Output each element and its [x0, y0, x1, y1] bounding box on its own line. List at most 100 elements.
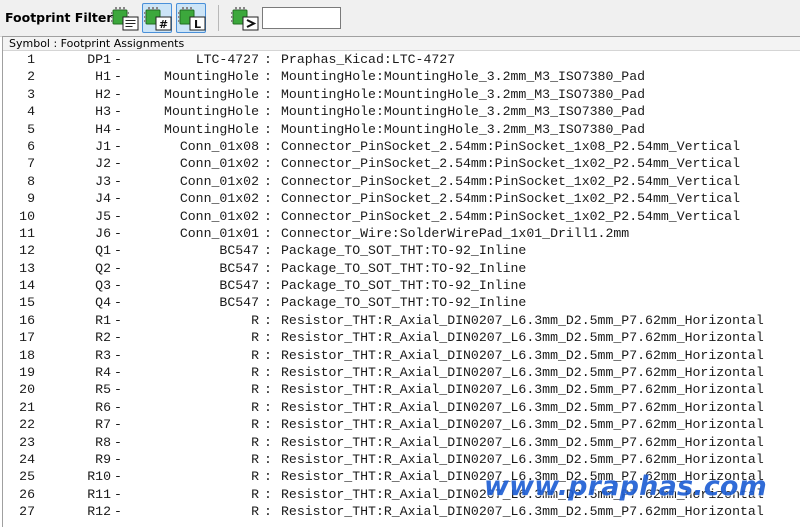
- row-value: R: [251, 434, 259, 450]
- row-index: 20: [19, 382, 35, 398]
- list-item[interactable]: 16 R1- R: Resistor_THT:R_Axial_DIN0207_L6.3…: [3, 312, 800, 329]
- row-reference: Q1: [95, 243, 111, 259]
- row-value: Conn_01x08: [179, 138, 259, 154]
- list-item[interactable]: 21 R6- R: Resistor_THT:R_Axial_DIN0207_L6.3…: [3, 399, 800, 416]
- row-dash: -: [114, 486, 122, 502]
- list-item[interactable]: 17 R2- R: Resistor_THT:R_Axial_DIN0207_L6.3…: [3, 329, 800, 346]
- row-separator: :: [264, 104, 272, 120]
- row-footprint: Connector_PinSocket_2.54mm:PinSocket_1x0…: [281, 138, 740, 154]
- list-item[interactable]: 14 Q3- BC547: Package_TO_SOT_THT:TO-92_Inli…: [3, 277, 800, 294]
- row-dash: -: [114, 434, 122, 450]
- list-item[interactable]: 6 J1- Conn_01x08: Connector_PinSocket_2.54m…: [3, 138, 800, 155]
- row-reference: R7: [95, 417, 111, 433]
- row-reference: R12: [87, 504, 111, 520]
- row-dash: -: [114, 382, 122, 398]
- list-item[interactable]: 19 R4- R: Resistor_THT:R_Axial_DIN0207_L6.3…: [3, 364, 800, 381]
- row-footprint: Package_TO_SOT_THT:TO-92_Inline: [281, 243, 527, 259]
- row-reference: R2: [95, 330, 111, 346]
- list-item[interactable]: 11 J6- Conn_01x01: Connector_Wire:SolderWir…: [3, 225, 800, 242]
- row-footprint: Resistor_THT:R_Axial_DIN0207_L6.3mm_D2.5…: [281, 504, 764, 520]
- row-separator: :: [264, 191, 272, 207]
- row-value: R: [251, 365, 259, 381]
- row-dash: -: [114, 121, 122, 137]
- row-index: 9: [27, 191, 35, 207]
- row-index: 5: [27, 121, 35, 137]
- row-reference: R6: [95, 399, 111, 415]
- row-separator: :: [264, 173, 272, 189]
- row-separator: :: [264, 278, 272, 294]
- list-item[interactable]: 15 Q4- BC547: Package_TO_SOT_THT:TO-92_Inli…: [3, 294, 800, 311]
- row-index: 26: [19, 486, 35, 502]
- row-separator: :: [264, 399, 272, 415]
- row-reference: Q3: [95, 278, 111, 294]
- list-item[interactable]: 24 R9- R: Resistor_THT:R_Axial_DIN0207_L6.3…: [3, 451, 800, 468]
- row-separator: :: [264, 86, 272, 102]
- row-dash: -: [114, 208, 122, 224]
- row-value: BC547: [219, 243, 259, 259]
- list-item[interactable]: 1 DP1- LTC-4727: Praphas_Kicad:LTC-4727: [3, 51, 800, 68]
- row-index: 14: [19, 278, 35, 294]
- row-reference: H2: [95, 86, 111, 102]
- row-value: BC547: [219, 295, 259, 311]
- list-item[interactable]: 7 J2- Conn_01x02: Connector_PinSocket_2.54m…: [3, 155, 800, 172]
- row-dash: -: [114, 260, 122, 276]
- list-item[interactable]: 12 Q1- BC547: Package_TO_SOT_THT:TO-92_Inli…: [3, 242, 800, 259]
- footprint-assignments-panel: Symbol : Footprint Assignments 1 DP1- LTC-…: [2, 36, 800, 527]
- footprint-filter-input[interactable]: [262, 7, 341, 29]
- row-footprint: Connector_PinSocket_2.54mm:PinSocket_1x0…: [281, 173, 740, 189]
- row-value: BC547: [219, 260, 259, 276]
- row-separator: :: [264, 330, 272, 346]
- row-reference: J2: [95, 156, 111, 172]
- row-separator: :: [264, 504, 272, 520]
- row-footprint: Resistor_THT:R_Axial_DIN0207_L6.3mm_D2.5…: [281, 312, 764, 328]
- row-value: R: [251, 417, 259, 433]
- row-value: MountingHole: [164, 86, 259, 102]
- filter-by-name-button[interactable]: [229, 3, 259, 33]
- list-item[interactable]: 10 J5- Conn_01x02: Connector_PinSocket_2.54…: [3, 208, 800, 225]
- row-dash: -: [114, 104, 122, 120]
- list-item[interactable]: 2 H1- MountingHole: MountingHole:MountingHo…: [3, 68, 800, 85]
- filter-by-keywords-button[interactable]: [109, 3, 139, 33]
- row-index: 2: [27, 69, 35, 85]
- row-separator: :: [264, 312, 272, 328]
- row-dash: -: [114, 399, 122, 415]
- row-dash: -: [114, 138, 122, 154]
- row-reference: H1: [95, 69, 111, 85]
- row-dash: -: [114, 86, 122, 102]
- row-index: 22: [19, 417, 35, 433]
- list-item[interactable]: 20 R5- R: Resistor_THT:R_Axial_DIN0207_L6.3…: [3, 381, 800, 398]
- list-item[interactable]: 23 R8- R: Resistor_THT:R_Axial_DIN0207_L6.3…: [3, 434, 800, 451]
- list-item[interactable]: 5 H4- MountingHole: MountingHole:MountingHo…: [3, 121, 800, 138]
- row-index: 13: [19, 260, 35, 276]
- row-value: R: [251, 382, 259, 398]
- row-footprint: MountingHole:MountingHole_3.2mm_M3_ISO73…: [281, 69, 646, 85]
- row-footprint: Resistor_THT:R_Axial_DIN0207_L6.3mm_D2.5…: [281, 399, 764, 415]
- list-item[interactable]: 13 Q2- BC547: Package_TO_SOT_THT:TO-92_Inli…: [3, 260, 800, 277]
- toolbar-separator: [218, 5, 219, 31]
- row-footprint: Package_TO_SOT_THT:TO-92_Inline: [281, 278, 527, 294]
- row-dash: -: [114, 347, 122, 363]
- row-footprint: MountingHole:MountingHole_3.2mm_M3_ISO73…: [281, 104, 646, 120]
- filter-by-pin-count-button[interactable]: #: [142, 3, 172, 33]
- footprint-filters-toolbar: Footprint Filters: # L: [0, 0, 800, 37]
- list-item[interactable]: 8 J3- Conn_01x02: Connector_PinSocket_2.54m…: [3, 173, 800, 190]
- assignments-list[interactable]: 1 DP1- LTC-4727: Praphas_Kicad:LTC-4727 2 H1-…: [3, 51, 800, 521]
- list-item[interactable]: 9 J4- Conn_01x02: Connector_PinSocket_2.54m…: [3, 190, 800, 207]
- row-footprint: Resistor_THT:R_Axial_DIN0207_L6.3mm_D2.5…: [281, 330, 764, 346]
- row-index: 19: [19, 365, 35, 381]
- row-reference: J5: [95, 208, 111, 224]
- row-index: 3: [27, 86, 35, 102]
- row-index: 27: [19, 504, 35, 520]
- row-separator: :: [264, 225, 272, 241]
- list-item[interactable]: 27 R12- R: Resistor_THT:R_Axial_DIN0207_L6.…: [3, 503, 800, 520]
- footprint-filters-label: Footprint Filters:: [5, 10, 125, 25]
- list-item[interactable]: 22 R7- R: Resistor_THT:R_Axial_DIN0207_L6.3…: [3, 416, 800, 433]
- list-item[interactable]: 18 R3- R: Resistor_THT:R_Axial_DIN0207_L6.3…: [3, 347, 800, 364]
- filter-by-library-button[interactable]: L: [176, 3, 206, 33]
- list-item[interactable]: 4 H3- MountingHole: MountingHole:MountingHo…: [3, 103, 800, 120]
- row-dash: -: [114, 469, 122, 485]
- footprint-name-filter-icon: [231, 7, 259, 31]
- row-separator: :: [264, 486, 272, 502]
- row-reference: H3: [95, 104, 111, 120]
- list-item[interactable]: 3 H2- MountingHole: MountingHole:MountingHo…: [3, 86, 800, 103]
